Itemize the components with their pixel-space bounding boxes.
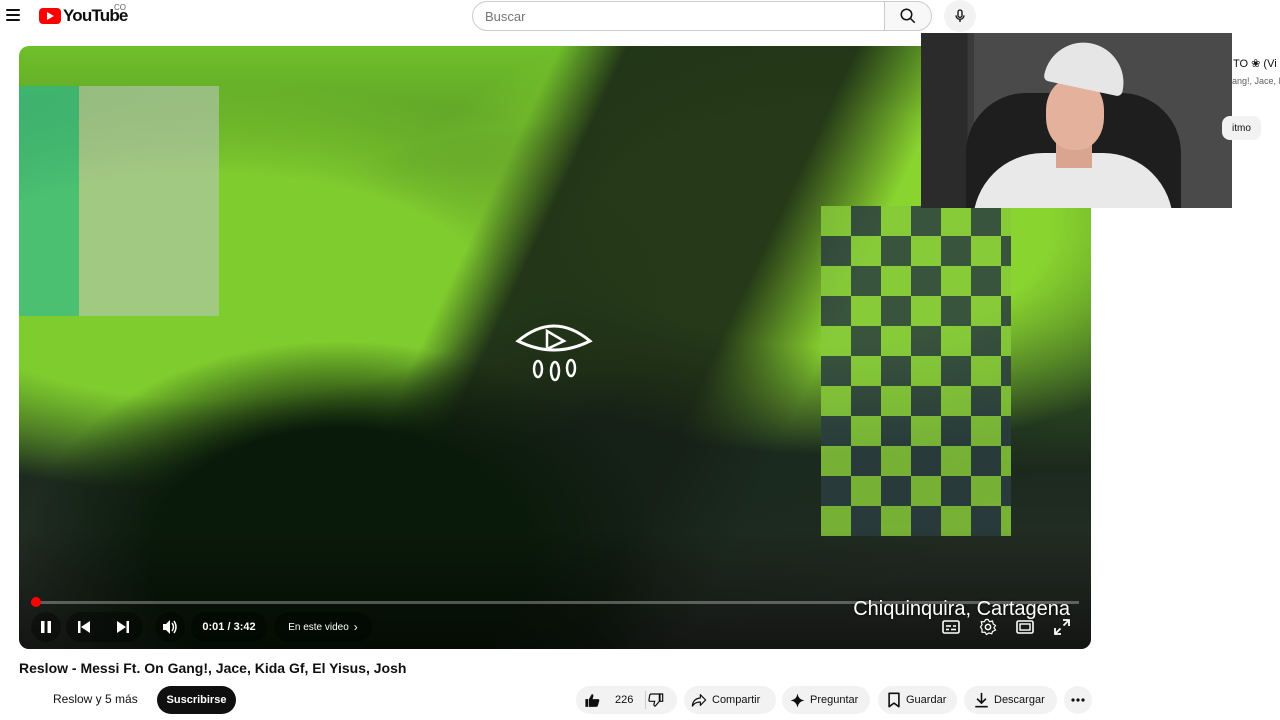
volume-button[interactable] — [155, 612, 185, 642]
previous-icon — [78, 621, 90, 633]
chip-label: itmo — [1232, 122, 1251, 134]
fullscreen-icon — [1054, 619, 1070, 635]
chevron-right-icon: › — [353, 620, 358, 634]
video-title: Reslow - Messi Ft. On Gang!, Jace, Kida … — [19, 660, 407, 676]
share-button[interactable]: Compartir — [684, 686, 776, 714]
dislike-button[interactable] — [648, 692, 664, 711]
theater-mode-icon — [1016, 620, 1034, 634]
download-button[interactable]: Descargar — [964, 686, 1057, 714]
search-button[interactable] — [884, 1, 932, 31]
more-horizontal-icon — [1071, 698, 1085, 702]
next-button[interactable] — [116, 620, 130, 639]
bookmark-icon — [888, 692, 900, 708]
pause-button[interactable] — [31, 612, 61, 642]
microphone-icon — [955, 9, 965, 22]
next-icon — [117, 621, 129, 633]
watermark-logo-icon — [515, 324, 593, 382]
save-label: Guardar — [906, 694, 947, 706]
search-input[interactable] — [472, 1, 885, 31]
pause-icon — [41, 621, 51, 633]
thumbs-down-icon — [648, 693, 664, 707]
share-icon — [691, 694, 707, 707]
save-button[interactable]: Guardar — [878, 686, 957, 714]
sidebar-video-meta-partial: ang!, Jace, I — [1232, 76, 1280, 86]
time-display: 0:01 / 3:42 — [191, 612, 267, 642]
menu-icon[interactable] — [4, 6, 22, 24]
like-button[interactable]: 226 — [576, 686, 633, 714]
ask-label: Preguntar — [810, 694, 859, 706]
volume-icon — [163, 620, 177, 634]
download-label: Descargar — [994, 694, 1045, 706]
video-frame-checker-pattern — [821, 206, 1011, 536]
share-label: Compartir — [712, 694, 761, 706]
progress-bar[interactable] — [31, 597, 1079, 607]
theater-mode-button[interactable] — [1015, 617, 1035, 637]
chapters-button[interactable]: En este video › — [274, 612, 372, 642]
subtitles-button[interactable] — [941, 617, 961, 637]
country-code: CO — [114, 3, 126, 12]
fullscreen-button[interactable] — [1052, 617, 1072, 637]
subtitles-icon — [942, 620, 960, 634]
like-dislike-group: 226 — [576, 686, 677, 714]
download-icon — [975, 692, 988, 708]
webcam-overlay — [921, 33, 1232, 208]
settings-button[interactable] — [978, 617, 998, 637]
search-icon — [900, 8, 916, 24]
more-actions-button[interactable] — [1064, 686, 1092, 714]
sparkle-icon — [790, 693, 805, 707]
sidebar-video-title-partial[interactable]: TO ❀ (Vi — [1233, 57, 1277, 70]
channel-avatar[interactable] — [19, 684, 47, 712]
prev-next-group — [66, 612, 143, 642]
like-divider — [645, 691, 646, 709]
ask-button[interactable]: Preguntar — [782, 686, 870, 714]
video-frame-building — [19, 86, 219, 316]
gear-icon — [979, 618, 997, 636]
voice-search-button[interactable] — [944, 0, 976, 32]
top-bar: YouTube CO — [0, 0, 1280, 32]
channel-name[interactable]: Reslow y 5 más — [53, 692, 138, 706]
subscribe-button[interactable]: Suscribirse — [157, 686, 236, 714]
chapter-label: En este video — [288, 621, 349, 633]
like-count: 226 — [615, 694, 634, 706]
sidebar-filter-chip[interactable]: itmo — [1222, 116, 1261, 140]
thumbs-up-icon — [585, 693, 600, 707]
time-text: 0:01 / 3:42 — [202, 621, 256, 633]
youtube-play-icon — [39, 8, 61, 24]
previous-button[interactable] — [77, 620, 91, 639]
